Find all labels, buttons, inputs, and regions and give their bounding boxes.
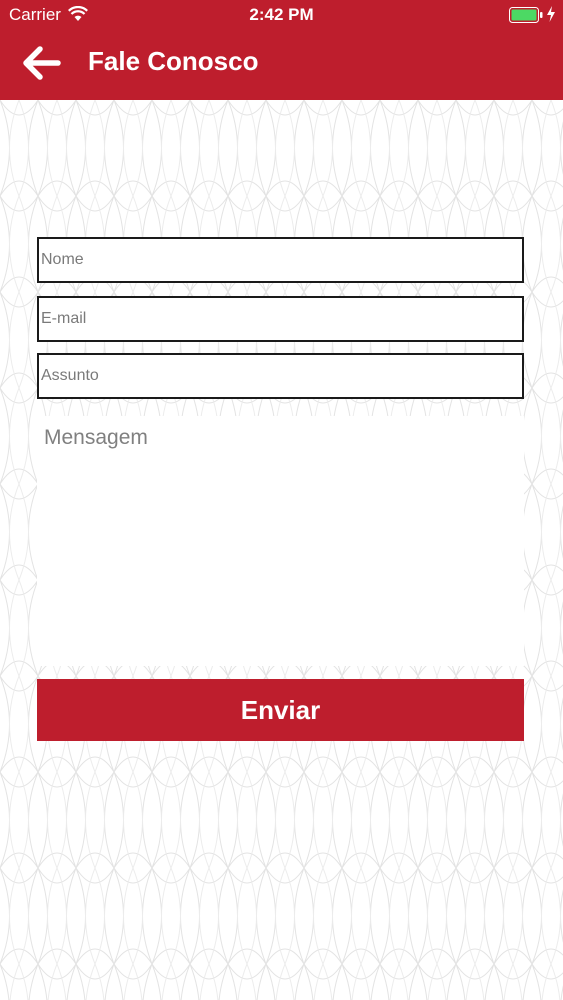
app-header: Carrier 2:42 PM Fale Conosco [0,0,563,100]
message-textarea[interactable] [37,416,524,666]
back-button[interactable] [18,42,66,84]
subject-input[interactable] [37,353,524,399]
charging-bolt-icon [546,6,556,27]
status-bar: Carrier 2:42 PM [0,0,563,30]
arrow-left-icon [23,46,61,80]
navigation-bar: Fale Conosco [0,30,563,100]
submit-button[interactable]: Enviar [37,679,524,741]
battery-icon [509,7,543,28]
page-title: Fale Conosco [88,46,259,76]
name-input[interactable] [37,237,524,283]
status-time: 2:42 PM [249,5,314,24]
email-input[interactable] [37,296,524,342]
